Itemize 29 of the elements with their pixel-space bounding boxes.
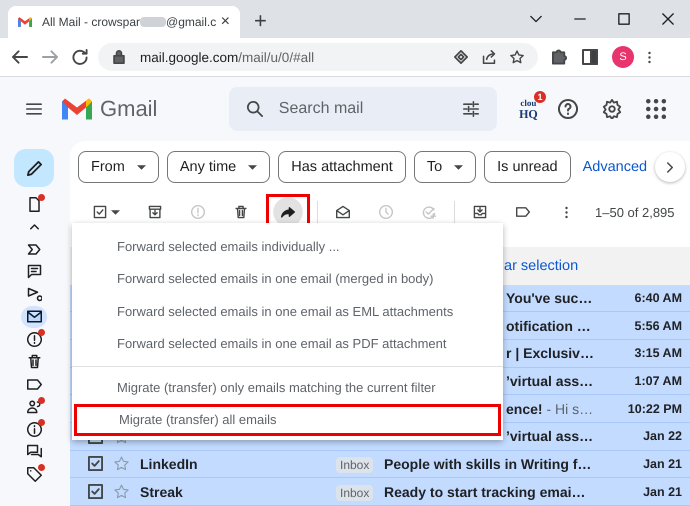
addon-logo-text: HQ: [519, 108, 538, 120]
email-subject: otification …: [506, 318, 591, 334]
email-subject: ’virtual ass…: [506, 372, 594, 389]
email-time: 6:40 AM: [634, 290, 682, 305]
email-time: Jan 21: [642, 484, 682, 499]
email-subject: You've suc…: [506, 290, 592, 306]
tab-title-end: @gmail.c: [166, 15, 216, 29]
email-subject: ence!: [506, 400, 543, 417]
sender-name: Streak: [140, 484, 183, 500]
inbox-label: Inbox: [336, 456, 374, 473]
email-time: 3:15 AM: [634, 346, 682, 360]
tab-title: All Mail - crowspar: [42, 15, 140, 29]
email-time: 5:56 AM: [634, 318, 682, 333]
notification-badge: 1: [534, 91, 546, 103]
page-count: 1–50 of 2,895: [595, 204, 675, 220]
email-time: Jan 21: [642, 456, 682, 471]
email-subject: People with skills in Writing f…: [384, 456, 592, 472]
email-subject: r | Exclusiv…: [506, 345, 594, 362]
inbox-label: Inbox: [336, 484, 374, 501]
email-time: Jan 22: [642, 429, 682, 444]
url-text: mail.google.com/mail/u/0/#all: [140, 50, 314, 64]
addon-logo-text: clou: [520, 98, 536, 108]
sender-name: LinkedIn: [140, 456, 198, 472]
email-snippet: - Hi s…: [545, 400, 594, 417]
email-time: 10:22 PM: [626, 402, 682, 416]
email-time: 1:07 AM: [634, 374, 682, 388]
app-name: Gmail: [100, 96, 158, 122]
email-subject: Ready to start tracking emai…: [384, 484, 586, 500]
email-subject: ’virtual ass…: [506, 428, 594, 444]
